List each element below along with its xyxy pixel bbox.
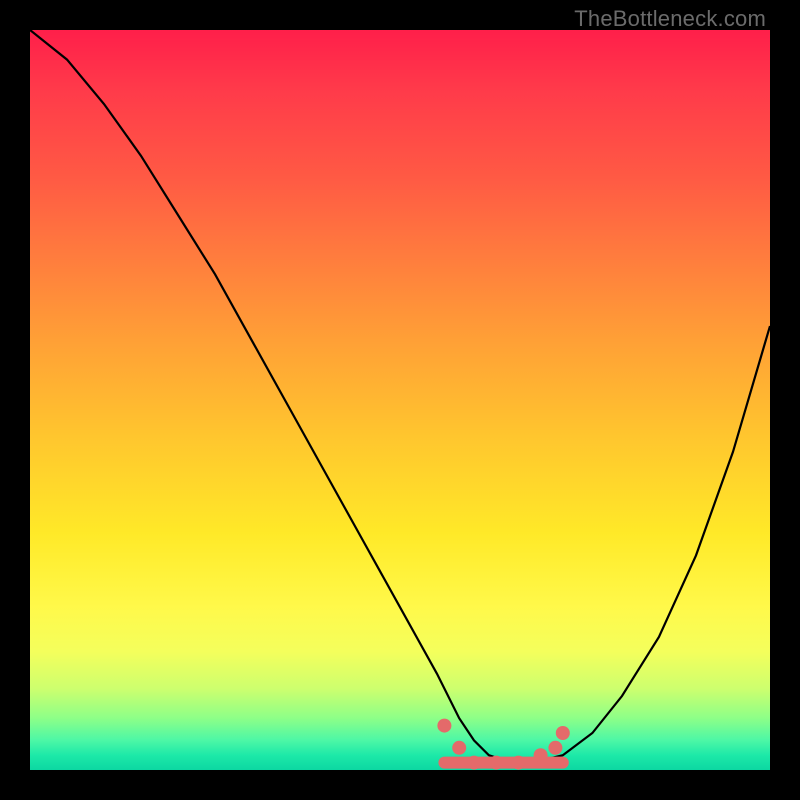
curve-svg [30, 30, 770, 770]
marker-dot [489, 756, 503, 770]
marker-dot [534, 748, 548, 762]
marker-dot [467, 756, 481, 770]
marker-dot [556, 726, 570, 740]
attribution-text: TheBottleneck.com [574, 6, 766, 32]
chart-frame: TheBottleneck.com [0, 0, 800, 800]
plot-area [30, 30, 770, 770]
marker-dot [452, 741, 466, 755]
marker-dot [548, 741, 562, 755]
marker-dot [511, 756, 525, 770]
marker-dot [437, 719, 451, 733]
bottleneck-curve [30, 30, 770, 763]
